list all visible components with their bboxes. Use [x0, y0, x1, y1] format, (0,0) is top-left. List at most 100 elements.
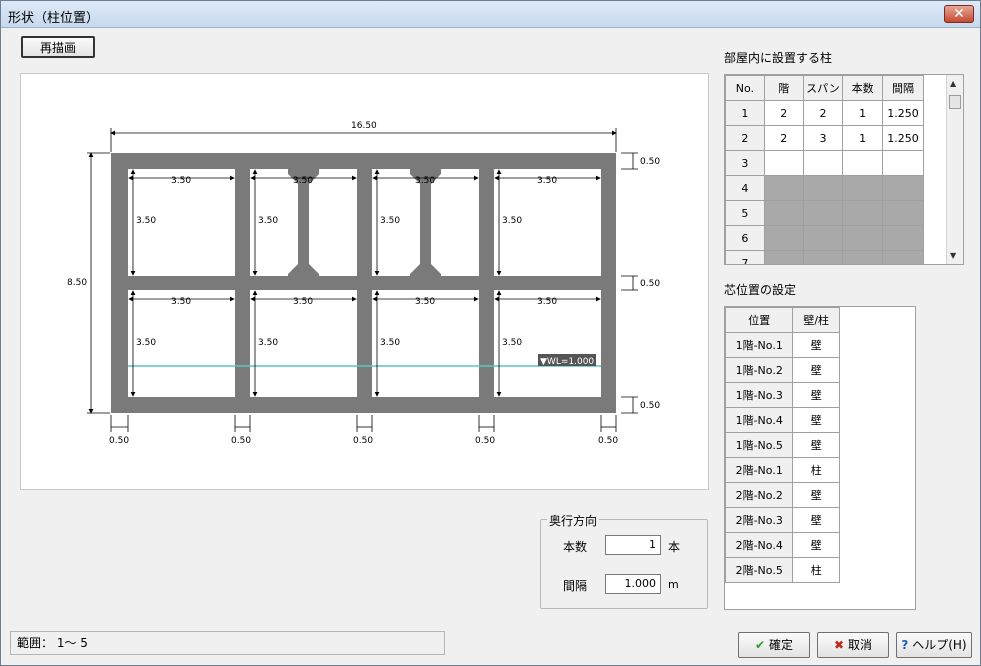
col-header-no: No.: [725, 75, 765, 101]
cell-disabled: [842, 225, 884, 251]
columns-scrollbar[interactable]: ▲ ▼: [946, 75, 963, 264]
table-row[interactable]: 4: [725, 175, 924, 201]
table-row[interactable]: 7: [725, 250, 924, 264]
cell-disabled: [763, 200, 804, 226]
cell-pos: 2階-No.4: [725, 532, 794, 558]
table-row[interactable]: 1階-No.1 壁: [725, 332, 840, 358]
cell-span[interactable]: 3: [802, 125, 844, 151]
help-label: ヘルプ(H): [912, 638, 967, 652]
window-title: 形状（柱位置）: [8, 11, 100, 26]
col-header-floor: 階: [763, 75, 804, 101]
count-input[interactable]: 1: [605, 535, 661, 555]
cell-type[interactable]: 壁: [792, 407, 840, 433]
table-row[interactable]: 2階-No.5 柱: [725, 557, 840, 583]
cell-disabled: [842, 175, 884, 201]
scroll-down-icon[interactable]: ▼: [950, 251, 956, 260]
dim-room-3a: 3.50: [415, 176, 435, 186]
cell-span[interactable]: 2: [802, 100, 844, 126]
dim-room-2a: 3.50: [293, 176, 313, 186]
cell-count[interactable]: 1: [842, 100, 884, 126]
cell-pos: 1階-No.4: [725, 407, 794, 433]
cell-disabled: [882, 225, 924, 251]
table-row[interactable]: 3: [725, 150, 924, 176]
cell-span[interactable]: [802, 150, 844, 176]
columns-grid[interactable]: No. 階 スパン 本数 間隔 1 2 2 1 1.250 2 2 3 1 1.…: [724, 74, 964, 265]
confirm-label: 確定: [768, 638, 793, 652]
cell-floor[interactable]: 2: [763, 100, 804, 126]
cell-disabled: [882, 175, 924, 201]
dim-wall-bottom: 0.50: [640, 401, 660, 411]
dim-room-h-2a: 3.50: [258, 216, 278, 226]
dim-bottom-3: 0.50: [353, 436, 373, 446]
confirm-button[interactable]: ✔ 確定: [738, 632, 810, 658]
cell-pos: 2階-No.5: [725, 557, 794, 583]
cell-floor[interactable]: 2: [763, 125, 804, 151]
table-row[interactable]: 1階-No.4 壁: [725, 407, 840, 433]
center-heading: 芯位置の設定: [724, 283, 797, 297]
cell-pos: 1階-No.2: [725, 357, 794, 383]
dim-room-h-3a: 3.50: [380, 216, 400, 226]
cell-count[interactable]: [842, 150, 884, 176]
cell-disabled: [763, 175, 804, 201]
cell-floor[interactable]: [763, 150, 804, 176]
row-no: 1: [725, 100, 765, 126]
col-header-count: 本数: [842, 75, 884, 101]
cell-interval[interactable]: 1.250: [882, 125, 924, 151]
cell-count[interactable]: 1: [842, 125, 884, 151]
row-no: 4: [725, 175, 765, 201]
dim-room-2b: 3.50: [293, 297, 313, 307]
interval-label: 間隔: [563, 579, 588, 593]
cell-type[interactable]: 壁: [792, 382, 840, 408]
redraw-button[interactable]: 再描画: [21, 36, 95, 58]
scroll-up-icon[interactable]: ▲: [950, 79, 956, 88]
cancel-button[interactable]: ✖ 取消: [817, 632, 889, 658]
cell-type[interactable]: 壁: [792, 482, 840, 508]
cell-pos: 1階-No.5: [725, 432, 794, 458]
dim-wall-top: 0.50: [640, 157, 660, 167]
scroll-thumb[interactable]: [949, 95, 961, 109]
table-row[interactable]: 2階-No.2 壁: [725, 482, 840, 508]
row-no: 6: [725, 225, 765, 251]
cell-disabled: [802, 225, 844, 251]
dim-room-1b: 3.50: [171, 297, 191, 307]
dim-room-h-2b: 3.50: [258, 338, 278, 348]
table-row[interactable]: 1階-No.3 壁: [725, 382, 840, 408]
interval-input[interactable]: 1.000: [605, 574, 661, 594]
cell-interval[interactable]: 1.250: [882, 100, 924, 126]
table-row[interactable]: 2 2 3 1 1.250: [725, 125, 924, 151]
cell-pos: 2階-No.1: [725, 457, 794, 483]
cell-pos: 1階-No.1: [725, 332, 794, 358]
dim-room-h-1b: 3.50: [136, 338, 156, 348]
center-grid[interactable]: 位置 壁/柱 1階-No.1 壁 1階-No.2 壁 1階-No.3 壁 1階-No.…: [724, 306, 916, 610]
question-icon: ?: [901, 638, 909, 652]
dim-total-width: 16.50: [351, 121, 377, 131]
cell-interval[interactable]: [882, 150, 924, 176]
table-row[interactable]: 2階-No.1 柱: [725, 457, 840, 483]
cell-disabled: [842, 250, 884, 264]
table-row[interactable]: 2階-No.4 壁: [725, 532, 840, 558]
dim-bottom-2: 0.50: [231, 436, 251, 446]
cell-disabled: [802, 175, 844, 201]
row-no: 7: [725, 250, 765, 264]
help-button[interactable]: ? ヘルプ(H): [896, 632, 972, 658]
center-header-type: 壁/柱: [792, 307, 840, 333]
dim-total-height: 8.50: [67, 278, 87, 288]
cell-type[interactable]: 壁: [792, 432, 840, 458]
table-row[interactable]: 1階-No.2 壁: [725, 357, 840, 383]
dim-room-h-4a: 3.50: [502, 216, 522, 226]
cell-type[interactable]: 壁: [792, 357, 840, 383]
cell-type[interactable]: 柱: [792, 457, 840, 483]
close-button[interactable]: ✕: [944, 5, 974, 23]
table-row[interactable]: 5: [725, 200, 924, 226]
table-row[interactable]: 1階-No.5 壁: [725, 432, 840, 458]
cell-type[interactable]: 柱: [792, 557, 840, 583]
table-row[interactable]: 6: [725, 225, 924, 251]
cell-type[interactable]: 壁: [792, 532, 840, 558]
table-row[interactable]: 1 2 2 1 1.250: [725, 100, 924, 126]
dim-room-h-4b: 3.50: [502, 338, 522, 348]
count-label: 本数: [563, 540, 588, 554]
columns-heading: 部屋内に設置する柱: [724, 51, 833, 65]
cell-type[interactable]: 壁: [792, 332, 840, 358]
table-row[interactable]: 2階-No.3 壁: [725, 507, 840, 533]
cell-type[interactable]: 壁: [792, 507, 840, 533]
